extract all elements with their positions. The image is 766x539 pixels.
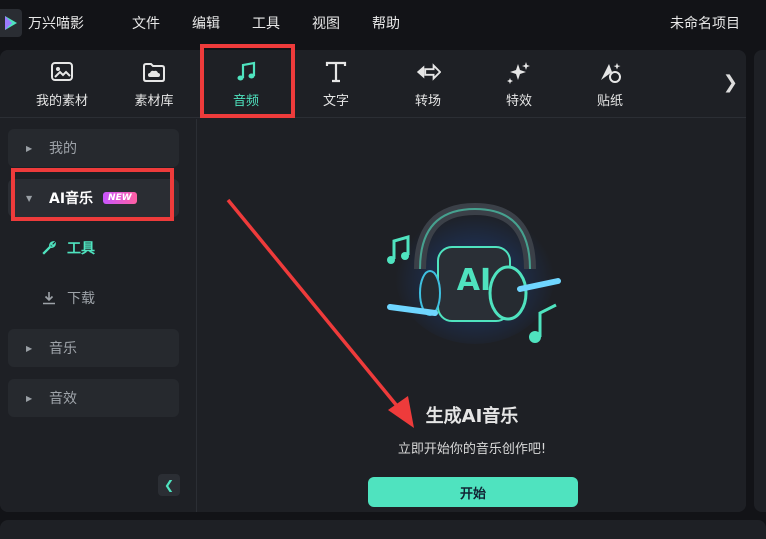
annotation-arrow: [226, 198, 414, 428]
